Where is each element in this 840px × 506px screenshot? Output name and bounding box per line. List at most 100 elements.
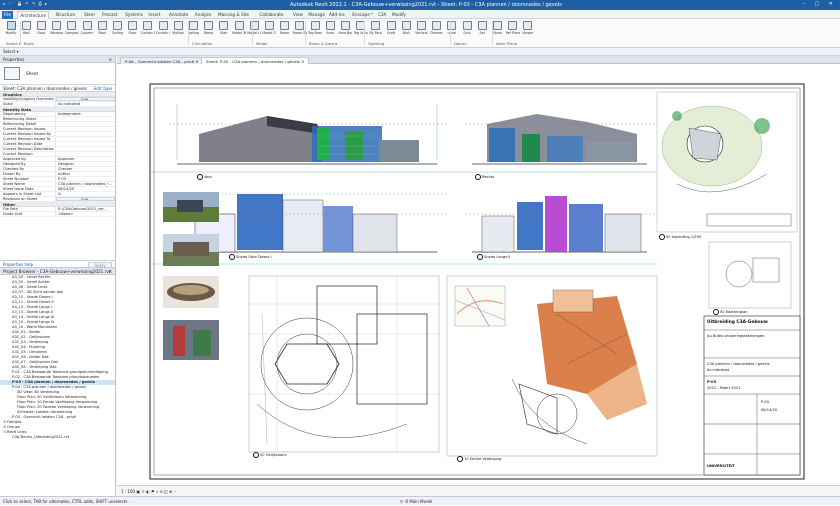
ribbon-tool[interactable]: Window — [50, 21, 64, 41]
viewport-title-kaart[interactable]: 00 Kaartenplan — [713, 309, 748, 315]
ribbon-tool[interactable]: Model Line — [247, 21, 261, 41]
ribbon-tab[interactable]: Precast — [100, 11, 119, 19]
ribbon-tool[interactable]: Wall — [19, 21, 33, 41]
ribbon-tool[interactable]: Ref Plane — [506, 21, 520, 41]
instance-filter[interactable]: Sheet: C3A plannen / doorsnedes / gevels… — [0, 85, 115, 92]
viewport-title-voor[interactable]: Voor — [197, 174, 212, 180]
ribbon-tab[interactable]: Structure — [54, 11, 77, 19]
edit-type-button[interactable]: Edit Type — [94, 85, 112, 92]
ribbon-panel-label[interactable]: Circulation — [192, 41, 212, 46]
property-value[interactable]: <None> — [56, 212, 115, 216]
ribbon-tab[interactable]: Steel — [82, 11, 97, 19]
ribbon-tool[interactable]: Shaft — [384, 21, 398, 41]
ribbon-tab[interactable]: Insert — [146, 11, 162, 19]
property-value[interactable] — [56, 152, 115, 156]
ribbon-tool[interactable]: Stair — [217, 21, 231, 41]
property-value[interactable]: Approver — [56, 157, 115, 161]
viewport-title-snede-dwars[interactable]: Snede Udor Dwars I — [229, 254, 272, 260]
property-value[interactable] — [56, 122, 115, 126]
ribbon-tool[interactable]: Vertical — [414, 21, 428, 41]
viewport-title-snede-langs[interactable]: Snede Langs II — [477, 254, 510, 260]
ribbon-tab[interactable]: Systems — [123, 11, 145, 19]
ribbon-tool[interactable]: Curtain System — [141, 21, 155, 41]
property-value[interactable]: Author — [56, 172, 115, 176]
viewport-title-inplanting[interactable]: 00 Inplanting 1/250 — [659, 234, 701, 240]
ribbon-tool[interactable]: Modify — [4, 21, 18, 41]
ribbon-tool[interactable]: Level — [445, 21, 459, 41]
ribbon-tab[interactable]: Analyze — [193, 11, 214, 19]
ribbon-tool[interactable]: Set — [475, 21, 489, 41]
ribbon-tab[interactable]: Collaborate — [257, 11, 285, 19]
property-value[interactable] — [56, 137, 115, 141]
ribbon-panel-label[interactable]: Model — [256, 41, 267, 46]
viewport-title-rechts[interactable]: Rechts — [475, 174, 494, 180]
ribbon-panel-label[interactable]: Opening — [368, 41, 384, 46]
property-value[interactable]: 08/14/20 — [56, 187, 115, 191]
property-value[interactable] — [56, 132, 115, 136]
document-tab[interactable]: Sheet: P-03 - C3A plannen / doorsnedes /… — [201, 57, 310, 64]
ribbon-tool[interactable]: Tag Room — [308, 21, 322, 41]
view-scale[interactable]: 1 : 100 ▣ ☼ ◐ ⚑ ⌕ ⟲ ◫ ⊕ ⋯ — [121, 489, 178, 494]
property-value[interactable]: S:\C3A\Gebouw\2021_ver... — [56, 207, 115, 211]
ribbon-tool[interactable]: Area — [323, 21, 337, 41]
ribbon-tool[interactable]: Component — [65, 21, 79, 41]
ribbon-tab[interactable]: Annotate — [167, 11, 190, 19]
ribbon-tab[interactable]: Manage — [306, 11, 327, 19]
ribbon-panel-label[interactable]: Room & Area ▾ — [309, 41, 337, 46]
ribbon-tool[interactable]: Mullion — [171, 21, 185, 41]
ribbon-tab[interactable]: Add-Ins — [327, 11, 347, 19]
viewport-title-gelijkvloers[interactable]: 00 Gelijkvloers — [253, 452, 287, 458]
ribbon-tool[interactable]: Model Group — [262, 21, 276, 41]
floor-plan-gelijkvloers[interactable] — [248, 275, 440, 453]
title-block[interactable] — [703, 315, 801, 476]
ribbon-tool[interactable]: Viewer — [521, 21, 535, 41]
ribbon-tool[interactable]: Ramp — [202, 21, 216, 41]
viewport-title-eerste[interactable]: 10 Eerste Verdieping — [457, 456, 501, 462]
property-value[interactable]: As indicated — [56, 102, 115, 106]
ribbon-tool[interactable]: Floor — [126, 21, 140, 41]
close-icon[interactable]: ✕ — [108, 268, 112, 275]
type-selector[interactable]: Sheet — [0, 63, 115, 85]
ribbon-panel-label[interactable]: Datum — [454, 41, 467, 46]
property-value[interactable] — [56, 117, 115, 121]
key-plan[interactable] — [708, 241, 792, 309]
drawing-area[interactable]: Voor Rechts Snede Udor Dwars I Snede Lan… — [117, 64, 840, 496]
property-value[interactable] — [56, 147, 115, 151]
property-value[interactable]: P-03 — [56, 177, 115, 181]
ribbon-tab[interactable]: File — [2, 11, 14, 19]
ribbon-panel-label[interactable]: Select ▾ — [6, 41, 21, 46]
ribbon-tab[interactable]: Massing & Site — [216, 11, 251, 19]
ribbon-tool[interactable]: Column — [80, 21, 94, 41]
property-value[interactable]: C3A plannen / doorsnedes / ... — [56, 182, 115, 186]
ribbon-tool[interactable]: Room — [278, 21, 292, 41]
ribbon-tab[interactable]: C3A — [376, 11, 388, 19]
ribbon-tool[interactable]: Dormer — [430, 21, 444, 41]
ribbon-tool[interactable]: Ceiling — [110, 21, 124, 41]
ribbon-tool[interactable]: Door — [34, 21, 48, 41]
ribbon-tool[interactable]: Tag Area — [354, 21, 368, 41]
ribbon-tab[interactable]: Modify — [390, 11, 408, 19]
ribbon-tool[interactable]: Roof — [95, 21, 109, 41]
property-value[interactable]: Designer — [56, 162, 115, 166]
document-tab[interactable]: P-06 - Overzicht lokalen C3A - privé ✕ — [120, 57, 204, 64]
location-map[interactable] — [454, 285, 506, 327]
ribbon-tool[interactable]: Area Boundary — [338, 21, 352, 41]
browser-item[interactable]: C3A-Terrein_Uitbreiding2021.rvt — [0, 435, 115, 440]
quick-access-toolbar[interactable]: ⌂ 🗁 💾 ↶ ↷ ⎙ ▸ — [3, 1, 48, 8]
window-controls[interactable]: – ▢ ✕ — [802, 1, 837, 7]
ribbon-tool[interactable]: Wall — [399, 21, 413, 41]
select-dropdown[interactable]: Select ▾ — [3, 49, 19, 54]
ribbon-tab[interactable]: Architecture — [17, 11, 50, 19]
property-value[interactable]: Checker — [56, 167, 115, 171]
property-edit-button[interactable]: Edit... — [56, 197, 115, 201]
site-plan[interactable] — [656, 91, 798, 233]
property-value[interactable]: Independent — [56, 112, 115, 116]
ribbon-panel-label[interactable]: Build — [24, 41, 34, 46]
ribbon-tool[interactable]: By Face — [369, 21, 383, 41]
ribbon-tool[interactable]: Grid — [460, 21, 474, 41]
ribbon-tool[interactable]: Model Text — [232, 21, 246, 41]
property-value[interactable] — [56, 142, 115, 146]
properties-help-link[interactable]: Properties help — [3, 262, 33, 267]
ribbon-tool[interactable]: Curtain Grid — [156, 21, 170, 41]
close-icon[interactable]: ✕ — [108, 56, 112, 63]
